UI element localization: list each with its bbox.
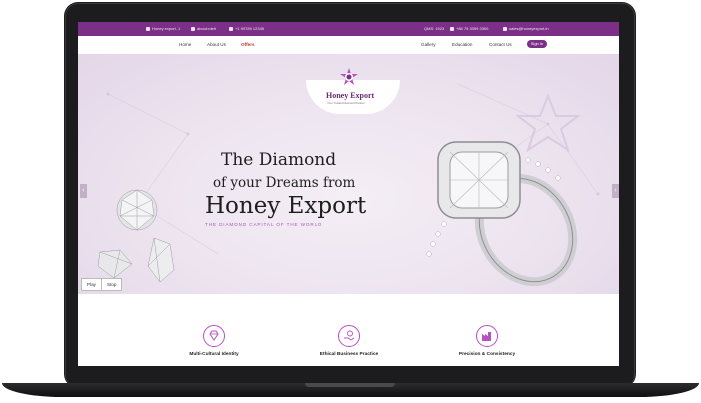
factory-icon	[476, 325, 498, 347]
home-icon	[146, 27, 150, 31]
feature-label: Multi-Cultural Identity	[189, 352, 239, 357]
chat-icon	[191, 27, 195, 31]
nav-home[interactable]: Home	[179, 42, 191, 47]
main-navbar: Home About Us Offers Gallery Education C…	[78, 36, 619, 54]
qms-label: QMS: 1923	[424, 26, 445, 31]
logo-emblem[interactable]	[340, 68, 358, 86]
nav-about[interactable]: About Us	[207, 42, 226, 47]
email-link[interactable]: sales@honeyexport.in	[503, 26, 549, 31]
chat-link[interactable]: about:rdelt	[191, 26, 216, 31]
phone-icon	[229, 27, 233, 31]
hero-tagline: THE DIAMOND CAPITAL OF THE WORLD	[205, 222, 323, 227]
address-link[interactable]: Honey export, 1	[146, 26, 180, 31]
ethical-hand-icon	[338, 325, 360, 347]
phone-link-right[interactable]: +86 75 3399 3300	[450, 26, 488, 31]
nav-contact[interactable]: Contact Us	[489, 42, 512, 47]
nav-offers[interactable]: Offers	[241, 42, 255, 47]
sign-in-button[interactable]: Sign In	[527, 40, 547, 48]
laptop-notch	[305, 383, 395, 387]
slider-next-arrow[interactable]: ›	[612, 184, 619, 198]
loose-diamonds-image	[97, 189, 175, 283]
logo-tagline: Your Trusted Diamond Partner	[327, 101, 365, 105]
nav-education[interactable]: Education	[452, 42, 472, 47]
phone-icon	[450, 27, 454, 31]
website-screen: Honey export, 1 about:rdelt +1 99789 123…	[78, 22, 619, 366]
logo-text[interactable]: Honey Export	[326, 91, 374, 100]
diamond-ring-image	[426, 141, 578, 287]
nav-gallery[interactable]: Gallery	[421, 42, 436, 47]
hero-headline-line3: Honey Export	[205, 193, 367, 219]
slider-play-button[interactable]: Play	[81, 278, 102, 291]
diamond-hand-icon	[203, 325, 225, 347]
feature-label: Precision & Consistency	[458, 352, 516, 357]
slider-stop-button[interactable]: Stop	[101, 278, 123, 291]
top-contact-bar: Honey export, 1 about:rdelt +1 99789 123…	[78, 22, 619, 36]
hero-headline-line1: The Diamond	[221, 150, 337, 170]
feature-label: Ethical Business Practice	[319, 352, 379, 357]
hero-headline-line2: of your Dreams from	[213, 175, 356, 191]
phone-link-left[interactable]: +1 99789 12345	[229, 26, 264, 31]
mail-icon	[503, 27, 507, 31]
slider-prev-arrow[interactable]: ‹	[80, 184, 87, 198]
hero-slider: Honey Export Your Trusted Diamond Partne…	[78, 54, 619, 294]
